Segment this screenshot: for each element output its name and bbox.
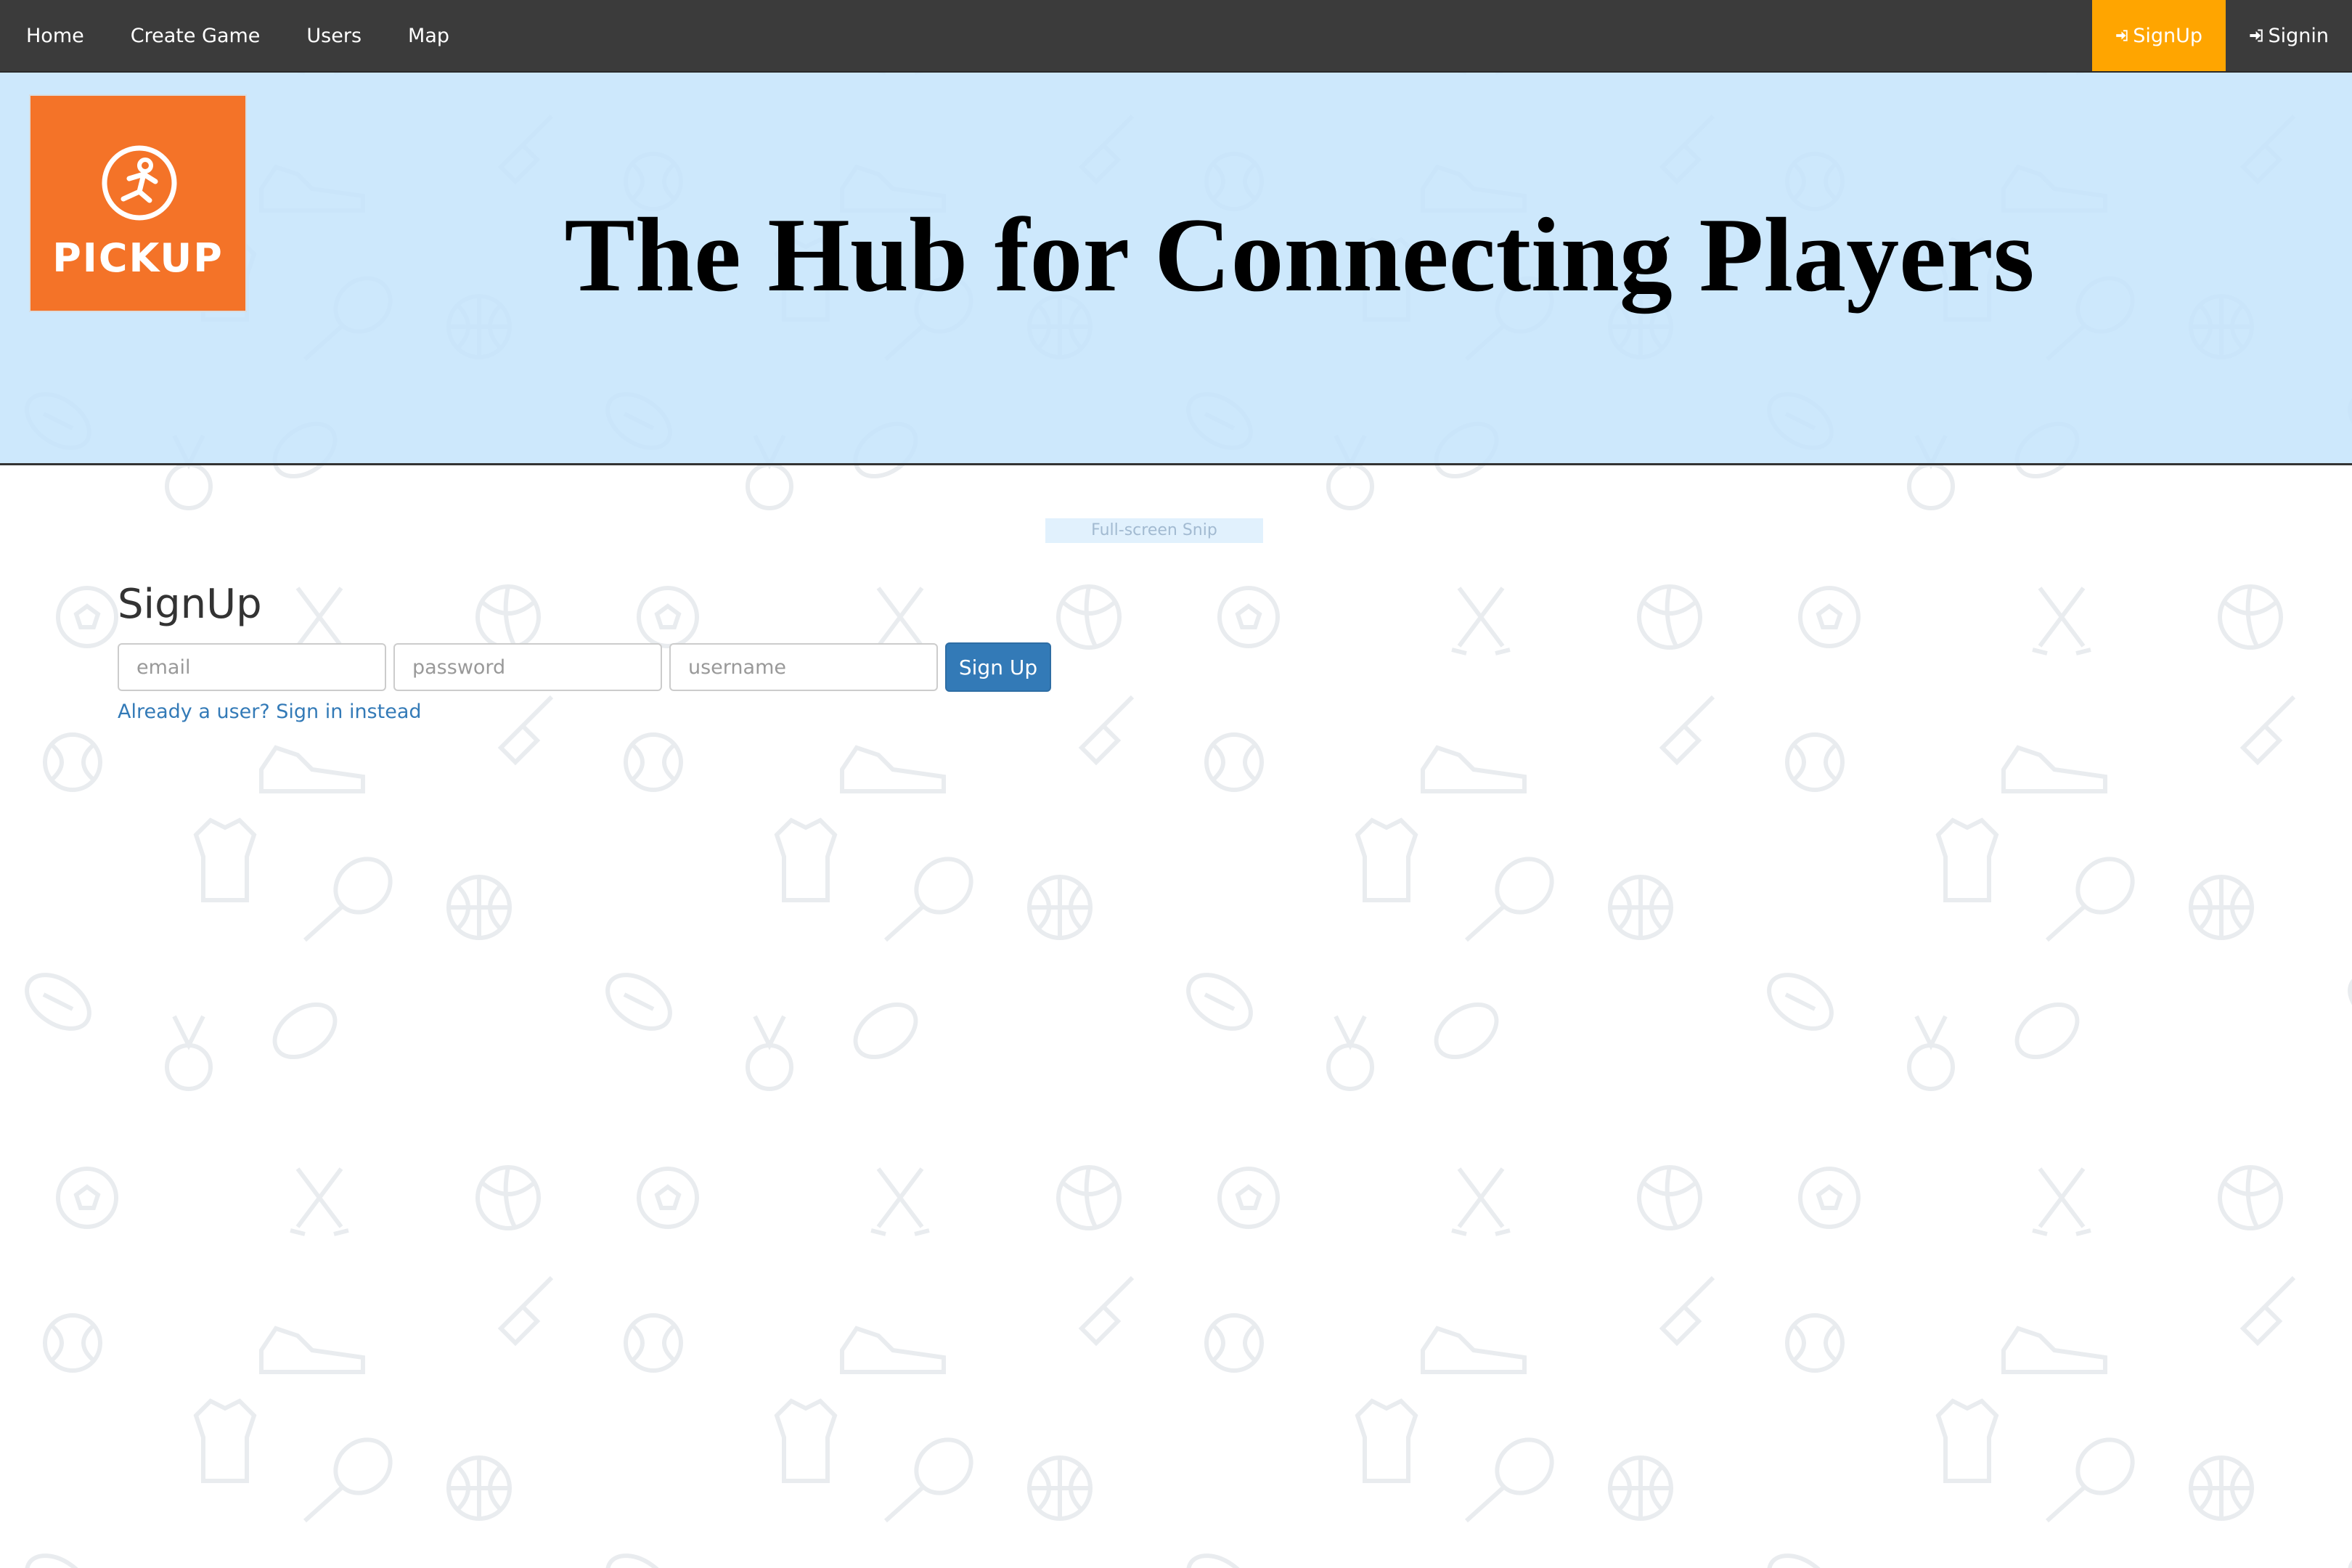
snip-overlay-label: Full-screen Snip [1045,518,1263,543]
signup-form: Sign Up [118,642,1051,692]
password-field[interactable] [393,643,662,691]
nav-link-map[interactable]: Map [408,25,449,47]
nav-signup-label: SignUp [2133,24,2202,47]
pickup-logo[interactable]: PICKUP [29,94,247,312]
username-field[interactable] [669,643,938,691]
top-navbar: Home Create Game Users Map SignUp Signin [0,0,2352,73]
nav-link-home[interactable]: Home [26,25,84,47]
email-field[interactable] [118,643,386,691]
signin-instead-link[interactable]: Already a user? Sign in instead [118,701,422,723]
nav-signin-button[interactable]: Signin [2226,0,2352,71]
nav-signin-label: Signin [2268,24,2329,47]
nav-signup-button[interactable]: SignUp [2092,0,2226,71]
logo-text: PICKUP [52,235,224,281]
signup-heading: SignUp [118,581,262,628]
sign-in-icon [2116,30,2128,41]
nav-link-create-game[interactable]: Create Game [131,25,261,47]
running-person-icon [102,145,177,221]
sign-in-icon [2250,29,2263,42]
page: Home Create Game Users Map SignUp Signin [0,0,2352,1568]
signup-submit-button[interactable]: Sign Up [945,642,1051,692]
signup-form-section: SignUp Sign Up Already a user? Sign in i… [118,581,1051,723]
nav-auth-buttons: SignUp Signin [2092,0,2352,71]
hero-banner: PICKUP The Hub for Connecting Players [0,71,2352,465]
nav-link-users[interactable]: Users [306,25,362,47]
hero-title: The Hub for Connecting Players [564,196,2035,314]
nav-links: Home Create Game Users Map [0,0,496,71]
